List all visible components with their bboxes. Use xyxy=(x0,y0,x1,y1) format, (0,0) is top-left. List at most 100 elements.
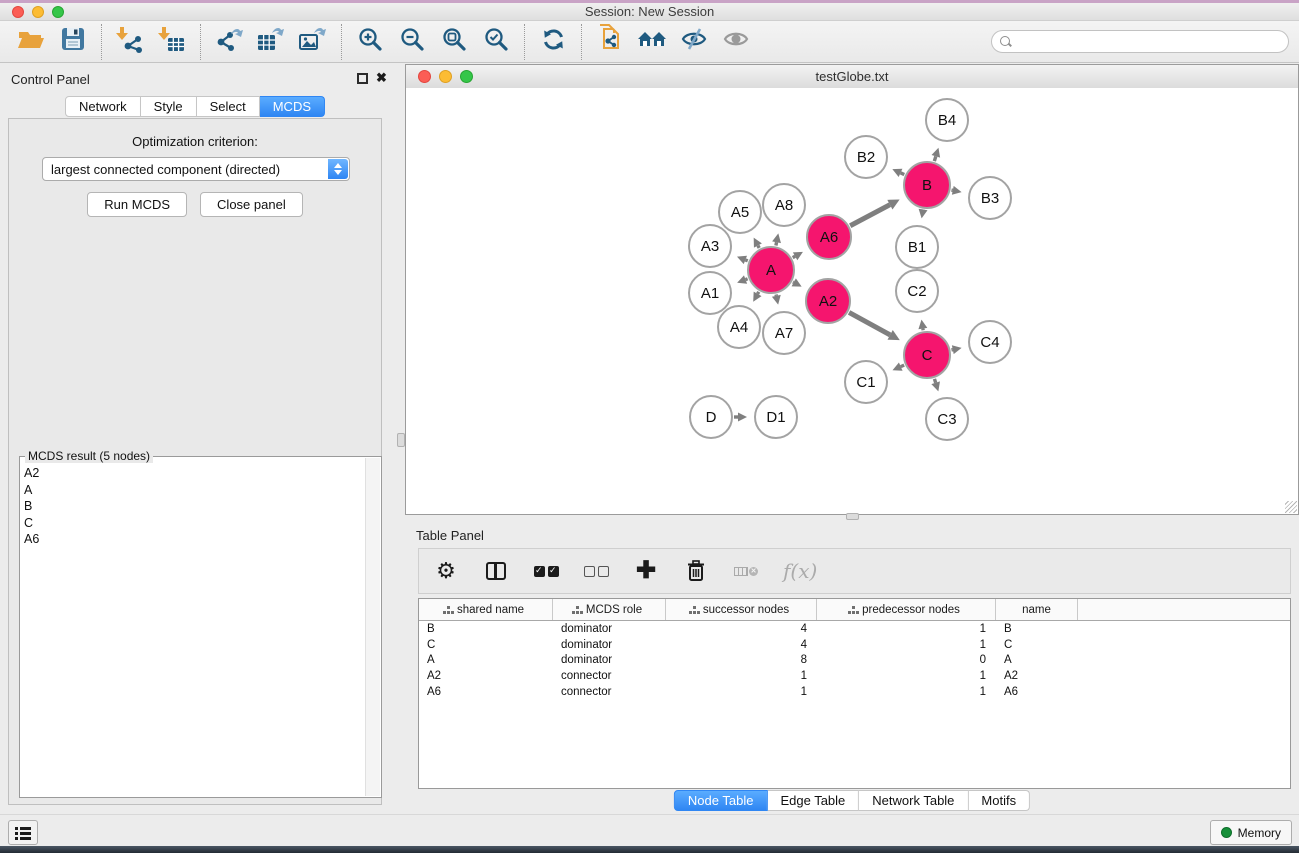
close-panel-icon[interactable]: ✖ xyxy=(376,71,387,85)
trash-icon xyxy=(686,559,706,583)
float-panel-icon[interactable] xyxy=(357,73,368,84)
deselect-all-button[interactable] xyxy=(583,556,609,586)
search-box[interactable] xyxy=(991,30,1289,53)
zoom-out-button[interactable] xyxy=(391,23,433,61)
tab-network-table[interactable]: Network Table xyxy=(859,790,968,811)
table-cell: A xyxy=(996,654,1078,666)
refresh-view-icon xyxy=(540,26,567,58)
zoom-out-icon xyxy=(399,26,426,58)
graph-node-label: A4 xyxy=(730,319,748,336)
search-icon xyxy=(1000,36,1012,48)
zoom-selected-button[interactable] xyxy=(475,23,517,61)
graph-node-label: C4 xyxy=(980,334,999,351)
table-row[interactable]: Bdominator41B xyxy=(419,621,1290,637)
tab-style[interactable]: Style xyxy=(141,96,197,117)
table-cell: 1 xyxy=(666,686,817,698)
result-list-scrollbar[interactable] xyxy=(365,458,380,796)
close-panel-button[interactable]: Close panel xyxy=(200,192,303,217)
column-header-predecessor-nodes[interactable]: predecessor nodes xyxy=(817,599,996,620)
open-home-button[interactable] xyxy=(631,23,673,61)
graph-edge-C-C3 xyxy=(934,379,935,383)
graph-node-label: A8 xyxy=(775,197,793,214)
zoom-fit-button[interactable] xyxy=(433,23,475,61)
criterion-select[interactable]: largest connected component (directed) xyxy=(42,157,350,181)
zoom-window-icon[interactable] xyxy=(52,6,64,18)
network-close-icon[interactable] xyxy=(418,70,431,83)
refresh-view-button[interactable] xyxy=(532,23,574,61)
table-cell: 1 xyxy=(817,623,996,635)
graph-edge-C-C1 xyxy=(901,365,904,367)
mcds-result-item[interactable]: C xyxy=(24,515,366,532)
tab-select[interactable]: Select xyxy=(197,96,260,117)
network-window-controls xyxy=(418,70,473,83)
export-table-button[interactable] xyxy=(250,23,292,61)
column-view-button[interactable] xyxy=(483,556,509,586)
mcds-result-list: A2ABCA6 xyxy=(20,459,366,797)
column-header-label: shared name xyxy=(457,604,524,616)
column-header-shared-name[interactable]: shared name xyxy=(419,599,553,620)
column-header-name[interactable]: name xyxy=(996,599,1078,620)
search-input[interactable] xyxy=(1018,34,1280,50)
graph-node-label: C2 xyxy=(907,283,926,300)
toolbar-separator xyxy=(524,24,525,60)
minimize-window-icon[interactable] xyxy=(32,6,44,18)
tab-network[interactable]: Network xyxy=(65,96,141,117)
mcds-result-item[interactable]: B xyxy=(24,498,366,515)
tab-edge-table[interactable]: Edge Table xyxy=(767,790,859,811)
run-mcds-button[interactable]: Run MCDS xyxy=(87,192,187,217)
resize-grip[interactable] xyxy=(1285,501,1297,513)
graph-node-label: A1 xyxy=(701,285,719,302)
vertical-splitter-handle[interactable] xyxy=(397,433,405,447)
mcds-result-item[interactable]: A6 xyxy=(24,531,366,548)
table-row[interactable]: Adominator80A xyxy=(419,653,1290,669)
graph-node-label: C1 xyxy=(856,374,875,391)
table-cell: 1 xyxy=(817,670,996,682)
graph-edge-A2-C xyxy=(849,312,890,334)
new-network-from-selection-icon xyxy=(596,24,624,59)
graph-node-label: C3 xyxy=(937,411,956,428)
graph-node-label: B1 xyxy=(908,239,926,256)
network-window-titlebar: testGlobe.txt xyxy=(406,65,1298,89)
column-header-successor-nodes[interactable]: successor nodes xyxy=(666,599,817,620)
new-network-from-selection-button[interactable] xyxy=(589,23,631,61)
memory-status-icon xyxy=(1221,827,1232,838)
tab-motifs[interactable]: Motifs xyxy=(968,790,1030,811)
horizontal-splitter-handle[interactable] xyxy=(846,513,859,520)
table-cell: dominator xyxy=(553,623,666,635)
open-home-icon xyxy=(636,27,668,56)
tab-mcds[interactable]: MCDS xyxy=(260,96,325,117)
table-settings-button[interactable]: ⚙ xyxy=(433,556,459,586)
column-header-label: name xyxy=(1022,604,1051,616)
close-window-icon[interactable] xyxy=(12,6,24,18)
zoom-in-button[interactable] xyxy=(349,23,391,61)
open-file-button[interactable] xyxy=(10,23,52,61)
save-session-button[interactable] xyxy=(52,23,94,61)
network-minimize-icon[interactable] xyxy=(439,70,452,83)
hide-graphics-details-button[interactable] xyxy=(673,23,715,61)
mcds-result-item[interactable]: A xyxy=(24,482,366,499)
table-row[interactable]: A6connector11A6 xyxy=(419,684,1290,700)
select-all-button[interactable] xyxy=(533,556,559,586)
export-image-button[interactable] xyxy=(292,23,334,61)
column-header-MCDS-role[interactable]: MCDS role xyxy=(553,599,666,620)
task-history-button[interactable] xyxy=(8,820,38,845)
add-column-button[interactable]: ✚ xyxy=(633,556,659,586)
tab-node-table[interactable]: Node Table xyxy=(674,790,768,811)
table-cell: 8 xyxy=(666,654,817,666)
delete-column-button[interactable] xyxy=(683,556,709,586)
import-table-button[interactable] xyxy=(151,23,193,61)
mcds-result-item[interactable]: A2 xyxy=(24,465,366,482)
import-network-button[interactable] xyxy=(109,23,151,61)
show-graphics-details-button[interactable] xyxy=(715,23,757,61)
export-network-button[interactable] xyxy=(208,23,250,61)
table-row[interactable]: Cdominator41C xyxy=(419,637,1290,653)
save-session-icon xyxy=(60,26,86,57)
table-panel: Table Panel ✖ ⚙ ✚ xyxy=(405,520,1299,813)
mcds-result-groupbox: MCDS result (5 nodes) A2ABCA6 xyxy=(19,456,382,798)
application-window: Session: New Session Control Panel ✖ Net… xyxy=(0,0,1299,853)
main-toolbar xyxy=(0,21,1299,63)
network-canvas[interactable]: B4B2BB3A5A8A6A3B1AA1C2A2A4A7C4CC1DD1C3 xyxy=(406,88,1298,514)
memory-button[interactable]: Memory xyxy=(1210,820,1292,845)
table-row[interactable]: A2connector11A2 xyxy=(419,668,1290,684)
network-zoom-icon[interactable] xyxy=(460,70,473,83)
